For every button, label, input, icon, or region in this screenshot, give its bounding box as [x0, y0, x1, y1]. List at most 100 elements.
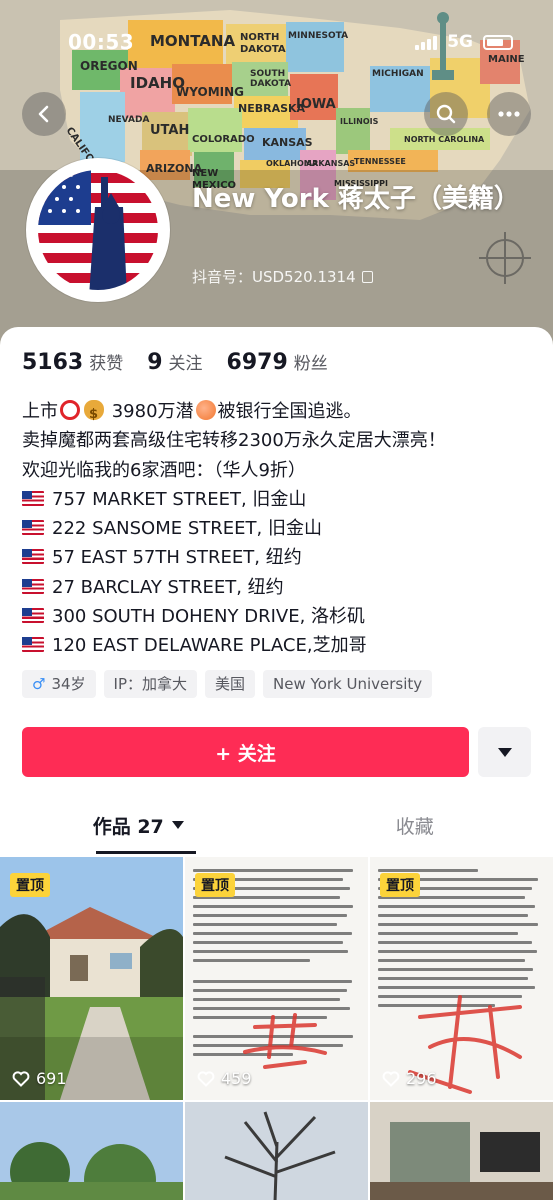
ellipsis-icon — [498, 111, 520, 117]
stat-followers[interactable]: 6979 粉丝 — [227, 349, 328, 375]
bio-address-text: 27 BARCLAY STREET, 纽约 — [52, 576, 284, 598]
us-flag-icon — [22, 637, 44, 653]
status-time: 00:53 — [68, 30, 135, 54]
search-icon — [436, 104, 456, 124]
svg-text:MINNESOTA: MINNESOTA — [288, 31, 348, 41]
stat-label: 粉丝 — [293, 354, 328, 374]
svg-text:NORTH: NORTH — [240, 32, 279, 43]
us-flag-icon — [22, 608, 44, 624]
back-button[interactable] — [22, 92, 66, 136]
svg-text:WYOMING: WYOMING — [176, 85, 244, 99]
circle-emoji-icon — [60, 400, 80, 420]
likes-count: 296 — [406, 1069, 437, 1088]
svg-text:KANSAS: KANSAS — [262, 136, 313, 149]
bio-address: 57 EAST 57TH STREET, 纽约 — [22, 543, 542, 572]
recommend-dropdown-button[interactable] — [478, 727, 531, 777]
tag-gender-age: ♂ 34岁 — [22, 670, 96, 698]
bio-address-text: 222 SANSOME STREET, 旧金山 — [52, 518, 322, 540]
profile-tags: ♂ 34岁 IP：加拿大 美国 New York University — [22, 670, 433, 698]
svg-text:MICHIGAN: MICHIGAN — [372, 69, 424, 79]
video-thumbnail[interactable]: 置顶 691 — [0, 857, 183, 1100]
svg-text:MONTANA: MONTANA — [150, 32, 235, 50]
bio-address: 27 BARCLAY STREET, 纽约 — [22, 573, 542, 602]
stat-value: 9 — [147, 350, 163, 375]
svg-text:UTAH: UTAH — [150, 123, 189, 138]
more-options-button[interactable] — [487, 92, 531, 136]
svg-text:COLORADO: COLORADO — [192, 134, 255, 145]
avatar[interactable] — [26, 158, 170, 302]
stat-likes[interactable]: 5163 获赞 — [22, 349, 123, 375]
video-likes: 459 — [197, 1069, 252, 1088]
stats-row: 5163 获赞 9 关注 6979 粉丝 — [22, 349, 328, 375]
pinned-badge: 置顶 — [10, 873, 50, 897]
avatar-flag-liberty-image — [38, 170, 158, 290]
svg-text:TENNESSEE: TENNESSEE — [354, 157, 406, 166]
chevron-left-icon — [38, 105, 49, 123]
pinned-badge: 置顶 — [195, 873, 235, 897]
search-button[interactable] — [424, 92, 468, 136]
bio-line: 上市 3980万潜 被银行全国追逃。 — [22, 397, 542, 429]
copy-icon[interactable] — [361, 270, 373, 283]
caret-down-icon — [171, 821, 184, 829]
svg-text:DAKOTA: DAKOTA — [250, 79, 291, 89]
tab-label: 收藏 — [395, 815, 434, 838]
us-flag-icon — [22, 549, 44, 565]
svg-text:OREGON: OREGON — [80, 59, 138, 73]
stat-following[interactable]: 9 关注 — [147, 349, 202, 375]
bio-address: 120 EAST DELAWARE PLACE,芝加哥 — [22, 631, 542, 660]
stat-value: 5163 — [22, 350, 84, 375]
status-icons: 5G — [415, 32, 513, 52]
svg-text:NEVADA: NEVADA — [108, 115, 149, 125]
tab-works[interactable]: 作品 27 — [0, 797, 277, 853]
profile-card: 5163获赞 9关注 6979粉丝 上市 3980万潜 被银行全国追逃。 卖掉魔都… — [0, 327, 553, 1200]
signal-icon — [415, 34, 438, 50]
svg-text:NORTH CAROLINA: NORTH CAROLINA — [404, 135, 485, 144]
svg-text:ILLINOIS: ILLINOIS — [340, 117, 379, 126]
heart-outline-icon — [197, 1070, 215, 1087]
video-grid: 置顶 691 置顶 459 置顶 296 — [0, 857, 553, 1200]
tag-text: 34岁 — [51, 675, 86, 693]
stat-label: 获赞 — [89, 354, 124, 374]
profile-name: New York 蒋太子（美籍） — [192, 184, 520, 214]
bio-address: 757 MARKET STREET, 旧金山 — [22, 485, 542, 514]
bio-text: 3980万潜 — [111, 401, 194, 422]
pinned-badge: 置顶 — [380, 873, 420, 897]
video-thumbnail[interactable] — [185, 1102, 368, 1200]
tag-ip: IP：加拿大 — [103, 670, 198, 698]
video-likes: 691 — [12, 1069, 67, 1088]
video-thumbnail[interactable] — [0, 1102, 183, 1200]
network-label: 5G — [447, 32, 473, 52]
tab-favorites[interactable]: 收藏 — [277, 797, 553, 853]
money-bag-emoji-icon — [84, 400, 104, 429]
bio-text: 被银行全国追逃。 — [217, 401, 362, 422]
stat-label: 关注 — [168, 354, 203, 374]
tab-indicator — [96, 851, 196, 854]
us-flag-icon — [22, 520, 44, 536]
video-likes: 296 — [382, 1069, 437, 1088]
douyin-id[interactable]: 抖音号：USD520.1314 — [192, 266, 373, 287]
bio-address-text: 57 EAST 57TH STREET, 纽约 — [52, 547, 302, 569]
content-tabs: 作品 27 收藏 — [0, 797, 553, 853]
bio-address: 222 SANSOME STREET, 旧金山 — [22, 514, 542, 543]
bare-tree-photo-thumbnail — [185, 1102, 368, 1200]
bio-address-text: 120 EAST DELAWARE PLACE,芝加哥 — [52, 635, 367, 657]
heart-outline-icon — [382, 1070, 400, 1087]
svg-text:ARKANSAS: ARKANSAS — [306, 159, 355, 168]
bio-address-text: 757 MARKET STREET, 旧金山 — [52, 488, 307, 510]
douyin-id-text: 抖音号：USD520.1314 — [192, 268, 356, 286]
video-thumbnail[interactable] — [370, 1102, 553, 1200]
svg-text:DAKOTA: DAKOTA — [240, 44, 286, 55]
tab-label: 作品 27 — [92, 815, 164, 838]
heart-outline-icon — [12, 1070, 30, 1087]
follow-button[interactable]: + 关注 — [22, 727, 469, 777]
trees-photo-thumbnail — [0, 1102, 183, 1200]
likes-count: 691 — [36, 1069, 67, 1088]
video-thumbnail[interactable]: 置顶 296 — [370, 857, 553, 1100]
svg-text:SOUTH: SOUTH — [250, 69, 285, 79]
tag-school[interactable]: New York University — [263, 670, 433, 698]
svg-text:IOWA: IOWA — [296, 97, 336, 112]
video-thumbnail[interactable]: 置顶 459 — [185, 857, 368, 1100]
battery-icon — [483, 34, 513, 50]
us-flag-icon — [22, 578, 44, 594]
likes-count: 459 — [221, 1069, 252, 1088]
